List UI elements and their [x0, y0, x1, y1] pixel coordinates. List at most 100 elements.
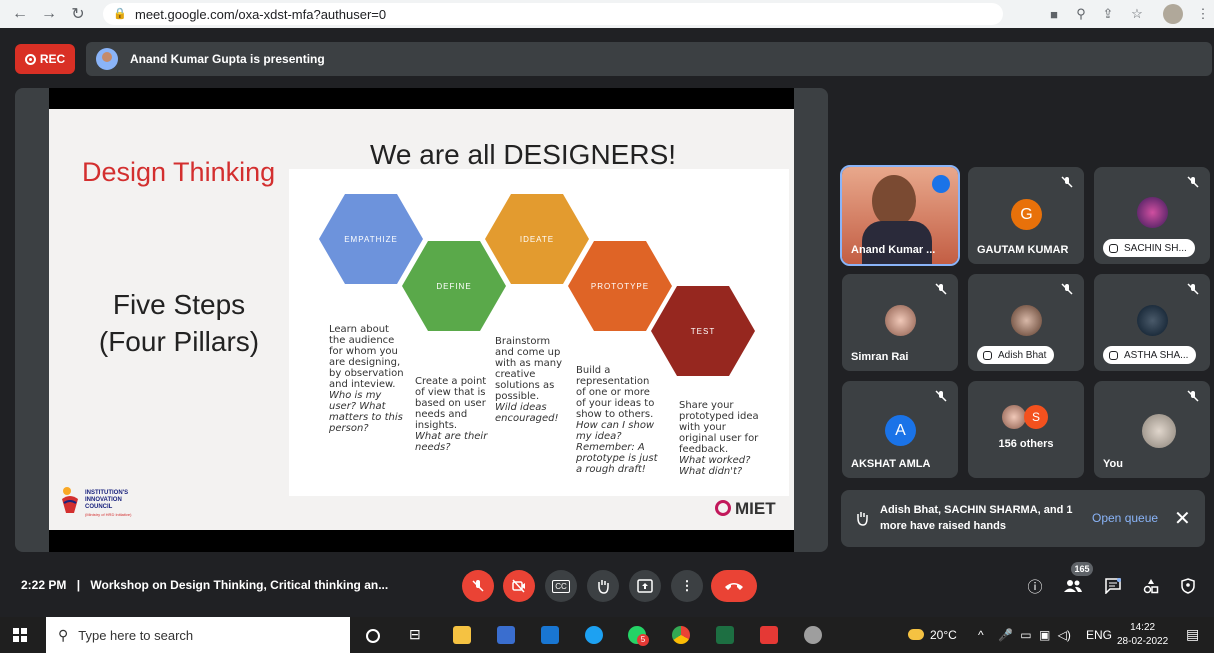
- prototype-desc: Build a representation of one or more of…: [576, 365, 655, 420]
- search-placeholder: Type here to search: [78, 627, 194, 643]
- mic-off-button[interactable]: [462, 570, 494, 602]
- prototype-text: Build a representation of one or more of…: [576, 365, 658, 475]
- participant-tile[interactable]: Simran Rai: [842, 274, 958, 371]
- present-screen-button[interactable]: [629, 570, 661, 602]
- miet-text: MIET: [735, 499, 776, 518]
- mic-off-icon: [472, 580, 484, 592]
- windows-start-icon[interactable]: [13, 628, 27, 642]
- participant-name: You: [1103, 458, 1123, 470]
- rec-label: REC: [39, 52, 66, 66]
- language-indicator[interactable]: ENG: [1086, 628, 1112, 642]
- taskbar-clock[interactable]: 14:22 28-02-2022: [1117, 621, 1168, 649]
- notifications-icon[interactable]: ▤: [1186, 626, 1199, 643]
- participant-tile[interactable]: A AKSHAT AMLA: [842, 381, 958, 478]
- mail-icon[interactable]: [541, 626, 559, 644]
- participant-tile[interactable]: ASTHA SHA...: [1094, 274, 1210, 371]
- open-queue-button[interactable]: Open queue: [1092, 511, 1158, 525]
- back-icon[interactable]: ←: [8, 2, 32, 26]
- captions-button[interactable]: CC: [545, 570, 577, 602]
- participant-tile[interactable]: Anand Kumar ...: [840, 165, 960, 266]
- mic-off-icon: [1061, 283, 1073, 295]
- camera-icon[interactable]: ■: [1044, 4, 1064, 24]
- more-options-button[interactable]: ⋮: [671, 570, 703, 602]
- chrome-icon[interactable]: [672, 626, 690, 644]
- address-bar[interactable]: 🔒 meet.google.com/oxa-xdst-mfa?authuser=…: [103, 3, 1003, 25]
- empathize-question: Who is my user? What matters to this per…: [329, 390, 403, 434]
- forward-icon[interactable]: →: [37, 2, 61, 26]
- raised-hands-text: Adish Bhat, SACHIN SHARMA, and 1 more ha…: [880, 504, 1073, 532]
- close-icon[interactable]: ✕: [1174, 506, 1191, 531]
- presenting-text: Anand Kumar Gupta is presenting: [130, 52, 325, 66]
- bookmark-star-icon[interactable]: ☆: [1127, 4, 1147, 24]
- clock-time: 14:22: [1130, 622, 1156, 633]
- participant-avatar: [1137, 305, 1168, 336]
- hex-label: Prototype: [590, 281, 650, 291]
- iic-logo-mark: [62, 487, 78, 513]
- zoom-icon[interactable]: ⚲: [1071, 4, 1091, 24]
- hand-icon: [1109, 243, 1118, 253]
- participant-name: SACHIN SH...: [1124, 242, 1187, 254]
- camera-off-button[interactable]: [503, 570, 535, 602]
- participant-tile[interactable]: SACHIN SH...: [1094, 167, 1210, 264]
- participant-name: Anand Kumar ...: [851, 244, 936, 256]
- hex-ideate: Ideate: [485, 194, 589, 284]
- tray-icons[interactable]: 🎤 ▭ ▣ ◁): [998, 628, 1071, 642]
- mic-tray-icon: 🎤: [998, 628, 1013, 642]
- tray-chevron-icon[interactable]: ^: [978, 628, 984, 642]
- empathize-desc: Learn about the audience for whom you ar…: [329, 324, 404, 390]
- participant-avatar: [1011, 305, 1042, 336]
- participant-tile[interactable]: G GAUTAM KUMAR: [968, 167, 1084, 264]
- mic-off-icon: [1187, 283, 1199, 295]
- task-view-icon[interactable]: ⊟: [409, 626, 427, 644]
- participant-avatar: [885, 305, 916, 336]
- reload-icon[interactable]: ↻: [66, 2, 90, 26]
- more-vert-icon: ⋮: [680, 578, 694, 593]
- participant-name: AKSHAT AMLA: [851, 458, 931, 470]
- cortana-icon[interactable]: [366, 629, 380, 643]
- self-tile[interactable]: You: [1094, 381, 1210, 478]
- weather-widget[interactable]: 20°C: [908, 628, 957, 642]
- participant-avatar: [1002, 405, 1026, 429]
- raise-hand-button[interactable]: [587, 570, 619, 602]
- chat-button[interactable]: [1101, 574, 1125, 598]
- mic-off-icon: [935, 283, 947, 295]
- participant-tile[interactable]: Adish Bhat: [968, 274, 1084, 371]
- end-call-button[interactable]: [711, 570, 757, 602]
- store-icon[interactable]: [497, 626, 515, 644]
- design-steps-panel: Empathize Define Ideate Prototype Test L…: [289, 169, 789, 496]
- paint-icon[interactable]: [804, 626, 822, 644]
- file-explorer-icon[interactable]: [453, 626, 471, 644]
- whatsapp-icon[interactable]: 5: [628, 626, 649, 646]
- participant-name: Simran Rai: [851, 351, 909, 363]
- raised-hand-chip: ASTHA SHA...: [1103, 346, 1197, 364]
- profile-avatar[interactable]: [1163, 4, 1183, 24]
- chat-icon: [1105, 578, 1121, 594]
- presenter-avatar: [96, 48, 118, 70]
- weather-temp: 20°C: [930, 628, 957, 642]
- share-icon[interactable]: ⇪: [1098, 4, 1118, 24]
- others-tile[interactable]: S 156 others: [968, 381, 1084, 478]
- test-desc: Share your prototyped idea with your ori…: [679, 400, 759, 455]
- people-button[interactable]: [1061, 574, 1085, 598]
- iic-name: INSTITUTION'S INNOVATION COUNCIL: [85, 490, 129, 510]
- hex-label: Ideate: [519, 234, 555, 244]
- edge-icon[interactable]: [585, 626, 603, 644]
- test-text: Share your prototyped idea with your ori…: [679, 400, 759, 477]
- speaking-indicator-icon: [932, 175, 950, 193]
- excel-icon[interactable]: [716, 626, 734, 644]
- steps-line-2: (Four Pillars): [98, 326, 260, 357]
- search-icon: ⚲: [58, 626, 69, 643]
- host-controls-button[interactable]: [1176, 574, 1200, 598]
- info-button[interactable]: ⓘ: [1023, 574, 1047, 598]
- meeting-details[interactable]: 2:22 PM | Workshop on Design Thinking, C…: [21, 578, 388, 592]
- hex-define: Define: [402, 241, 506, 331]
- ideate-question: Wild ideas encouraged!: [495, 402, 559, 424]
- miet-logo: MIET: [715, 499, 776, 519]
- recording-indicator[interactable]: REC: [15, 44, 75, 74]
- hex-label: Empathize: [344, 234, 398, 244]
- pdf-reader-icon[interactable]: [760, 626, 778, 644]
- taskbar-search-box[interactable]: ⚲ Type here to search: [46, 617, 350, 653]
- activities-button[interactable]: [1139, 574, 1163, 598]
- slide-steps: Five Steps (Four Pillars): [89, 286, 269, 360]
- more-menu-icon[interactable]: ⋮: [1193, 4, 1213, 24]
